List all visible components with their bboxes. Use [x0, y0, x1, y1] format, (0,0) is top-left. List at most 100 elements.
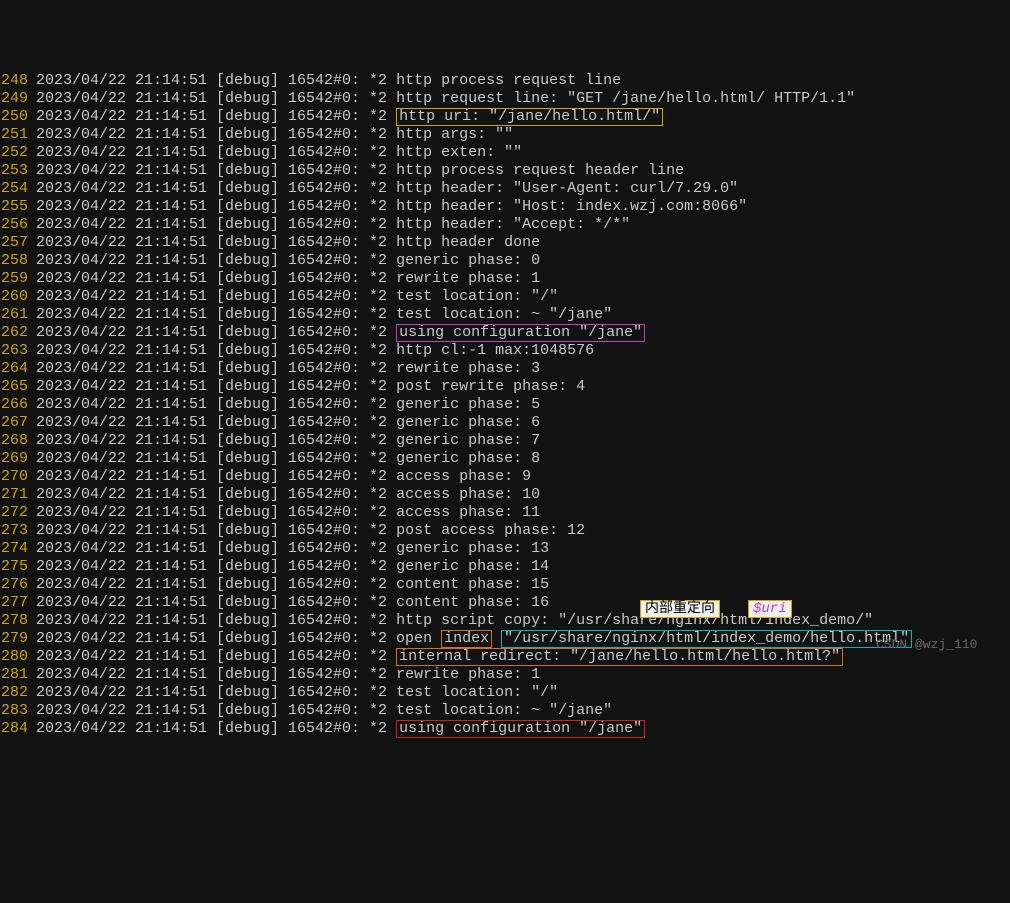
- annotation-internal-redirect: 内部重定向: [640, 600, 720, 618]
- log-text: 2023/04/22 21:14:51 [debug] 16542#0: *2 …: [36, 180, 738, 197]
- log-line: 271 2023/04/22 21:14:51 [debug] 16542#0: …: [0, 486, 1010, 504]
- log-text: 2023/04/22 21:14:51 [debug] 16542#0: *2 …: [36, 576, 549, 593]
- line-number: 250: [0, 108, 28, 126]
- highlight-box: internal redirect: "/jane/hello.html/hel…: [396, 648, 843, 666]
- log-line: 2722023/04/22 21:14:51 [debug] 16542#0: …: [0, 504, 1010, 522]
- log-text: 2023/04/22 21:14:51 [debug] 16542#0: *2 …: [36, 270, 540, 287]
- log-text: 2023/04/22 21:14:51 [debug] 16542#0: *2 …: [36, 306, 612, 323]
- highlight-box: http uri: "/jane/hello.html/": [396, 108, 663, 126]
- log-line: 2822023/04/22 21:14:51 [debug] 16542#0: …: [0, 684, 1010, 702]
- log-line: 2782023/04/22 21:14:51 [debug] 16542#0: …: [0, 612, 1010, 630]
- line-number: 267: [0, 414, 28, 432]
- log-line: 266 2023/04/22 21:14:51 [debug] 16542#0: …: [0, 396, 1010, 414]
- log-text: 2023/04/22 21:14:51 [debug] 16542#0: *2 …: [36, 594, 549, 611]
- log-text: 2023/04/22 21:14:51 [debug] 16542#0: *2 …: [36, 522, 585, 539]
- log-text: 2023/04/22 21:14:51 [debug] 16542#0: *2 …: [36, 684, 558, 701]
- log-line: 264 2023/04/22 21:14:51 [debug] 16542#0: …: [0, 360, 1010, 378]
- log-line: 2792023/04/22 21:14:51 [debug] 16542#0: …: [0, 630, 1010, 648]
- log-line: 276 2023/04/22 21:14:51 [debug] 16542#0: …: [0, 576, 1010, 594]
- line-number: 283: [0, 702, 28, 720]
- line-number: 277: [0, 594, 28, 612]
- highlight-box: using configuration "/jane": [396, 720, 645, 738]
- log-text: 2023/04/22 21:14:51 [debug] 16542#0: *2 …: [36, 540, 549, 557]
- log-line: 275 2023/04/22 21:14:51 [debug] 16542#0: …: [0, 558, 1010, 576]
- line-number: 251: [0, 126, 28, 144]
- line-number: 249: [0, 90, 28, 108]
- line-number: 260: [0, 288, 28, 306]
- line-number: 265: [0, 378, 28, 396]
- log-line: 248 2023/04/22 21:14:51 [debug] 16542#0: …: [0, 72, 1010, 90]
- log-line: 2572023/04/22 21:14:51 [debug] 16542#0: …: [0, 234, 1010, 252]
- log-line: 2502023/04/22 21:14:51 [debug] 16542#0: …: [0, 108, 1010, 126]
- log-text: 2023/04/22 21:14:51 [debug] 16542#0: *2 …: [36, 216, 630, 233]
- line-number: 271: [0, 486, 28, 504]
- log-line: 263 2023/04/22 21:14:51 [debug] 16542#0: …: [0, 342, 1010, 360]
- log-line: 2612023/04/22 21:14:51 [debug] 16542#0: …: [0, 306, 1010, 324]
- log-text: 2023/04/22 21:14:51 [debug] 16542#0: *2 …: [36, 198, 747, 215]
- log-text: 2023/04/22 21:14:51 [debug] 16542#0: *2 …: [36, 648, 843, 665]
- log-line: 2582023/04/22 21:14:51 [debug] 16542#0: …: [0, 252, 1010, 270]
- log-line: 255 2023/04/22 21:14:51 [debug] 16542#0: …: [0, 198, 1010, 216]
- line-number: 262: [0, 324, 28, 342]
- log-text: 2023/04/22 21:14:51 [debug] 16542#0: *2 …: [36, 324, 645, 341]
- watermark: CSDN @wzj_110: [876, 636, 977, 654]
- log-text: 2023/04/22 21:14:51 [debug] 16542#0: *2 …: [36, 162, 684, 179]
- log-line: 283 2023/04/22 21:14:51 [debug] 16542#0: …: [0, 702, 1010, 720]
- log-text: 2023/04/22 21:14:51 [debug] 16542#0: *2 …: [36, 468, 531, 485]
- log-text: 2023/04/22 21:14:51 [debug] 16542#0: *2 …: [36, 72, 621, 89]
- line-number: 280: [0, 648, 28, 666]
- line-number: 274: [0, 540, 28, 558]
- line-number: 255: [0, 198, 28, 216]
- log-line: 280 2023/04/22 21:14:51 [debug] 16542#0: …: [0, 648, 1010, 666]
- log-text: 2023/04/22 21:14:51 [debug] 16542#0: *2 …: [36, 414, 540, 431]
- log-text: 2023/04/22 21:14:51 [debug] 16542#0: *2 …: [36, 378, 585, 395]
- line-number: 254: [0, 180, 28, 198]
- line-number: 257: [0, 234, 28, 252]
- annotation-uri-var: $uri: [748, 600, 792, 618]
- log-text: 2023/04/22 21:14:51 [debug] 16542#0: *2 …: [36, 342, 594, 359]
- log-text: 2023/04/22 21:14:51 [debug] 16542#0: *2 …: [36, 720, 645, 737]
- line-number: 256: [0, 216, 28, 234]
- log-text: 2023/04/22 21:14:51 [debug] 16542#0: *2 …: [36, 702, 612, 719]
- line-number: 284: [0, 720, 28, 738]
- line-number: 278: [0, 612, 28, 630]
- log-line: 265 2023/04/22 21:14:51 [debug] 16542#0: …: [0, 378, 1010, 396]
- line-number: 270: [0, 468, 28, 486]
- log-line: 252 2023/04/22 21:14:51 [debug] 16542#0: …: [0, 144, 1010, 162]
- line-number: 279: [0, 630, 28, 648]
- line-number: 263: [0, 342, 28, 360]
- log-line: 273 2023/04/22 21:14:51 [debug] 16542#0: …: [0, 522, 1010, 540]
- log-line: 284 2023/04/22 21:14:51 [debug] 16542#0: …: [0, 720, 1010, 738]
- log-text: 2023/04/22 21:14:51 [debug] 16542#0: *2 …: [36, 90, 855, 107]
- log-line: 254 2023/04/22 21:14:51 [debug] 16542#0: …: [0, 180, 1010, 198]
- log-text: 2023/04/22 21:14:51 [debug] 16542#0: *2 …: [36, 144, 522, 161]
- log-line: 259 2023/04/22 21:14:51 [debug] 16542#0: …: [0, 270, 1010, 288]
- line-number: 252: [0, 144, 28, 162]
- log-text: 2023/04/22 21:14:51 [debug] 16542#0: *2 …: [36, 126, 513, 143]
- log-text: 2023/04/22 21:14:51 [debug] 16542#0: *2 …: [36, 360, 540, 377]
- line-number: 248: [0, 72, 28, 90]
- line-number: 273: [0, 522, 28, 540]
- log-line: 274 2023/04/22 21:14:51 [debug] 16542#0: …: [0, 540, 1010, 558]
- log-line: 253 2023/04/22 21:14:51 [debug] 16542#0: …: [0, 162, 1010, 180]
- log-line: 2602023/04/22 21:14:51 [debug] 16542#0: …: [0, 288, 1010, 306]
- log-text: 2023/04/22 21:14:51 [debug] 16542#0: *2 …: [36, 450, 540, 467]
- line-number: 264: [0, 360, 28, 378]
- log-text: 2023/04/22 21:14:51 [debug] 16542#0: *2 …: [36, 396, 540, 413]
- line-number: 253: [0, 162, 28, 180]
- log-text: 2023/04/22 21:14:51 [debug] 16542#0: *2 …: [36, 486, 540, 503]
- log-line: 277 2023/04/22 21:14:51 [debug] 16542#0: …: [0, 594, 1010, 612]
- line-number: 268: [0, 432, 28, 450]
- log-text: 2023/04/22 21:14:51 [debug] 16542#0: *2 …: [36, 558, 549, 575]
- line-number: 259: [0, 270, 28, 288]
- line-number: 276: [0, 576, 28, 594]
- log-line: 267 2023/04/22 21:14:51 [debug] 16542#0: …: [0, 414, 1010, 432]
- log-text: 2023/04/22 21:14:51 [debug] 16542#0: *2 …: [36, 252, 540, 269]
- line-number: 266: [0, 396, 28, 414]
- line-number: 275: [0, 558, 28, 576]
- highlight-box: index: [441, 630, 492, 648]
- debug-log: 248 2023/04/22 21:14:51 [debug] 16542#0: …: [0, 72, 1010, 741]
- log-line: 2692023/04/22 21:14:51 [debug] 16542#0: …: [0, 450, 1010, 468]
- line-number: 272: [0, 504, 28, 522]
- highlight-box: "/usr/share/nginx/html/index_demo/hello.…: [501, 630, 912, 648]
